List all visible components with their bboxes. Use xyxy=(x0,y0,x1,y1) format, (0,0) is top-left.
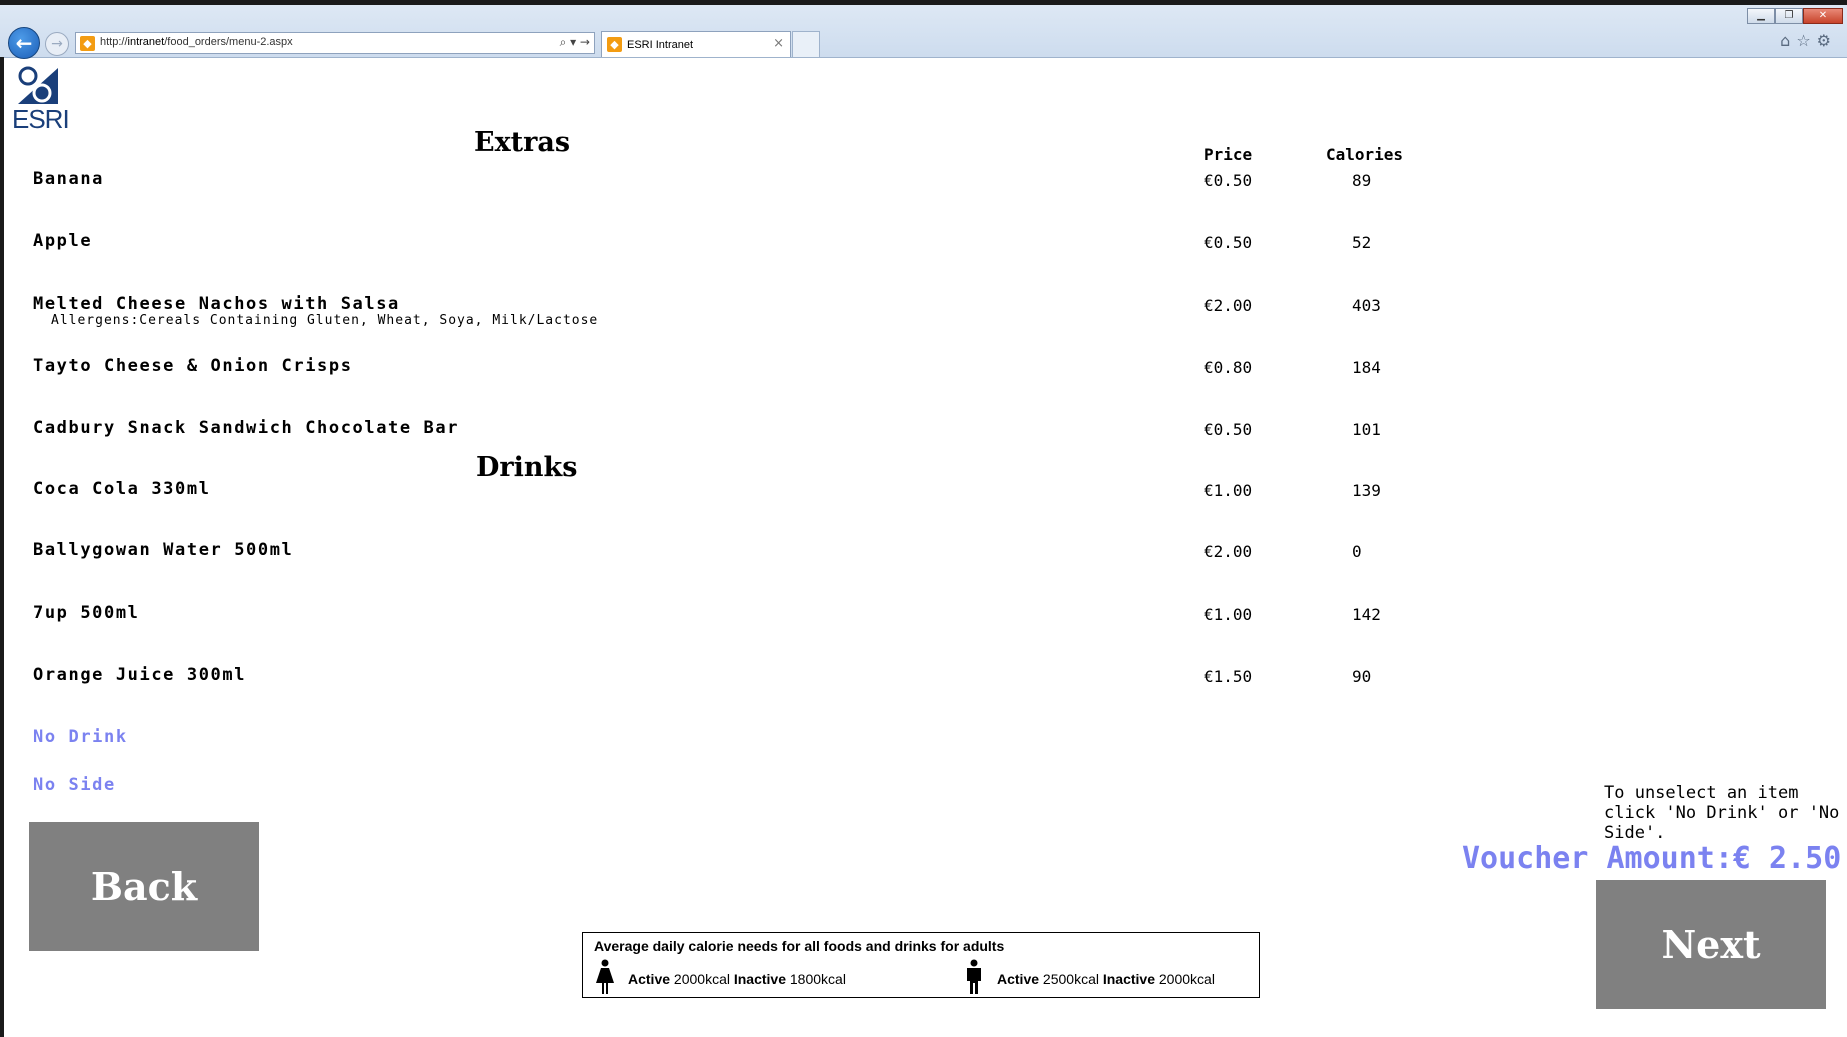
arrow-left-icon: ← xyxy=(15,31,33,55)
item-price: €2.00 xyxy=(1204,296,1253,315)
item-calories: 90 xyxy=(1352,667,1372,686)
allergen-info: Allergens:Cereals Containing Gluten, Whe… xyxy=(51,313,599,328)
address-bar[interactable]: ◆ http://intranet/food_orders/menu-2.asp… xyxy=(75,32,595,54)
minimize-icon[interactable]: ▁ xyxy=(1747,8,1775,24)
next-button[interactable]: Next xyxy=(1596,880,1826,1009)
item-price: €1.00 xyxy=(1204,605,1253,624)
favicon-icon: ◆ xyxy=(607,37,622,52)
browser-back-button[interactable]: ← xyxy=(8,27,40,59)
menu-item-orange-juice[interactable]: Orange Juice 300ml xyxy=(33,665,246,685)
menu-item-banana[interactable]: Banana xyxy=(33,169,104,189)
browser-forward-button[interactable]: → xyxy=(45,32,69,56)
menu-item-7up[interactable]: 7up 500ml xyxy=(33,603,140,623)
favicon-icon: ◆ xyxy=(80,36,95,51)
voucher-amount: Voucher Amount:€ 2.50 xyxy=(1462,841,1842,876)
male-calorie-needs: Active 2500kcal Inactive 2000kcal xyxy=(997,971,1215,987)
item-calories: 139 xyxy=(1352,481,1381,500)
calorie-info-title: Average daily calorie needs for all food… xyxy=(594,938,1005,954)
search-go-icon[interactable]: ⌕ ▾ → xyxy=(560,35,590,50)
logo-text: ESRI xyxy=(12,104,70,134)
gear-icon[interactable]: ⚙ xyxy=(1817,31,1837,50)
item-price: €0.80 xyxy=(1204,358,1253,377)
item-price: €0.50 xyxy=(1204,171,1253,190)
restore-icon[interactable]: ❐ xyxy=(1775,8,1803,24)
menu-item-water[interactable]: Ballygowan Water 500ml xyxy=(33,540,293,560)
home-icon[interactable]: ⌂ xyxy=(1780,31,1796,50)
female-icon xyxy=(596,959,614,994)
price-column-header: Price xyxy=(1204,145,1253,164)
esri-logo: ESRI xyxy=(12,64,70,134)
male-icon xyxy=(967,959,981,994)
window-controls: ▁ ❐ ✕ xyxy=(1747,8,1843,24)
address-url[interactable]: http://intranet/food_orders/menu-2.aspx xyxy=(100,36,293,48)
calorie-info-box: Average daily calorie needs for all food… xyxy=(582,932,1260,998)
browser-chrome: ← → ◆ http://intranet/food_orders/menu-2… xyxy=(0,0,1847,59)
window-frame xyxy=(0,0,1847,5)
arrow-right-icon: → xyxy=(51,36,63,52)
menu-item-nachos[interactable]: Melted Cheese Nachos with Salsa xyxy=(33,294,400,314)
female-calorie-needs: Active 2000kcal Inactive 1800kcal xyxy=(628,971,846,987)
item-calories: 142 xyxy=(1352,605,1381,624)
item-price: €1.00 xyxy=(1204,481,1253,500)
item-calories: 52 xyxy=(1352,233,1372,252)
item-price: €1.50 xyxy=(1204,667,1253,686)
item-price: €0.50 xyxy=(1204,233,1253,252)
extras-heading: Extras xyxy=(474,127,571,158)
item-price: €0.50 xyxy=(1204,420,1253,439)
item-calories: 89 xyxy=(1352,171,1372,190)
window-frame-left xyxy=(0,57,4,1037)
no-side-link[interactable]: No Side xyxy=(33,775,116,795)
item-calories: 101 xyxy=(1352,420,1381,439)
close-window-icon[interactable]: ✕ xyxy=(1803,8,1843,24)
item-calories: 184 xyxy=(1352,358,1381,377)
item-calories: 0 xyxy=(1352,542,1362,561)
item-price: €2.00 xyxy=(1204,542,1253,561)
item-calories: 403 xyxy=(1352,296,1381,315)
tab-title: ESRI Intranet xyxy=(627,39,694,51)
menu-item-coca-cola[interactable]: Coca Cola 330ml xyxy=(33,479,211,499)
menu-item-chocolate-bar[interactable]: Cadbury Snack Sandwich Chocolate Bar xyxy=(33,418,459,438)
unselect-hint: To unselect an item click 'No Drink' or … xyxy=(1604,783,1840,843)
drinks-heading: Drinks xyxy=(476,452,578,483)
menu-item-crisps[interactable]: Tayto Cheese & Onion Crisps xyxy=(33,356,353,376)
calories-column-header: Calories xyxy=(1326,145,1404,164)
menu-item-apple[interactable]: Apple xyxy=(33,231,92,251)
back-button[interactable]: Back xyxy=(29,822,259,951)
close-tab-icon[interactable]: × xyxy=(773,36,784,51)
browser-toolbar-icons: ⌂☆⚙ xyxy=(1780,31,1837,50)
favorites-star-icon[interactable]: ☆ xyxy=(1796,31,1816,50)
no-drink-link[interactable]: No Drink xyxy=(33,727,128,747)
new-tab-button[interactable] xyxy=(792,31,820,57)
esri-logo-mark xyxy=(18,66,58,104)
browser-tab[interactable]: ◆ ESRI Intranet × xyxy=(601,31,791,57)
